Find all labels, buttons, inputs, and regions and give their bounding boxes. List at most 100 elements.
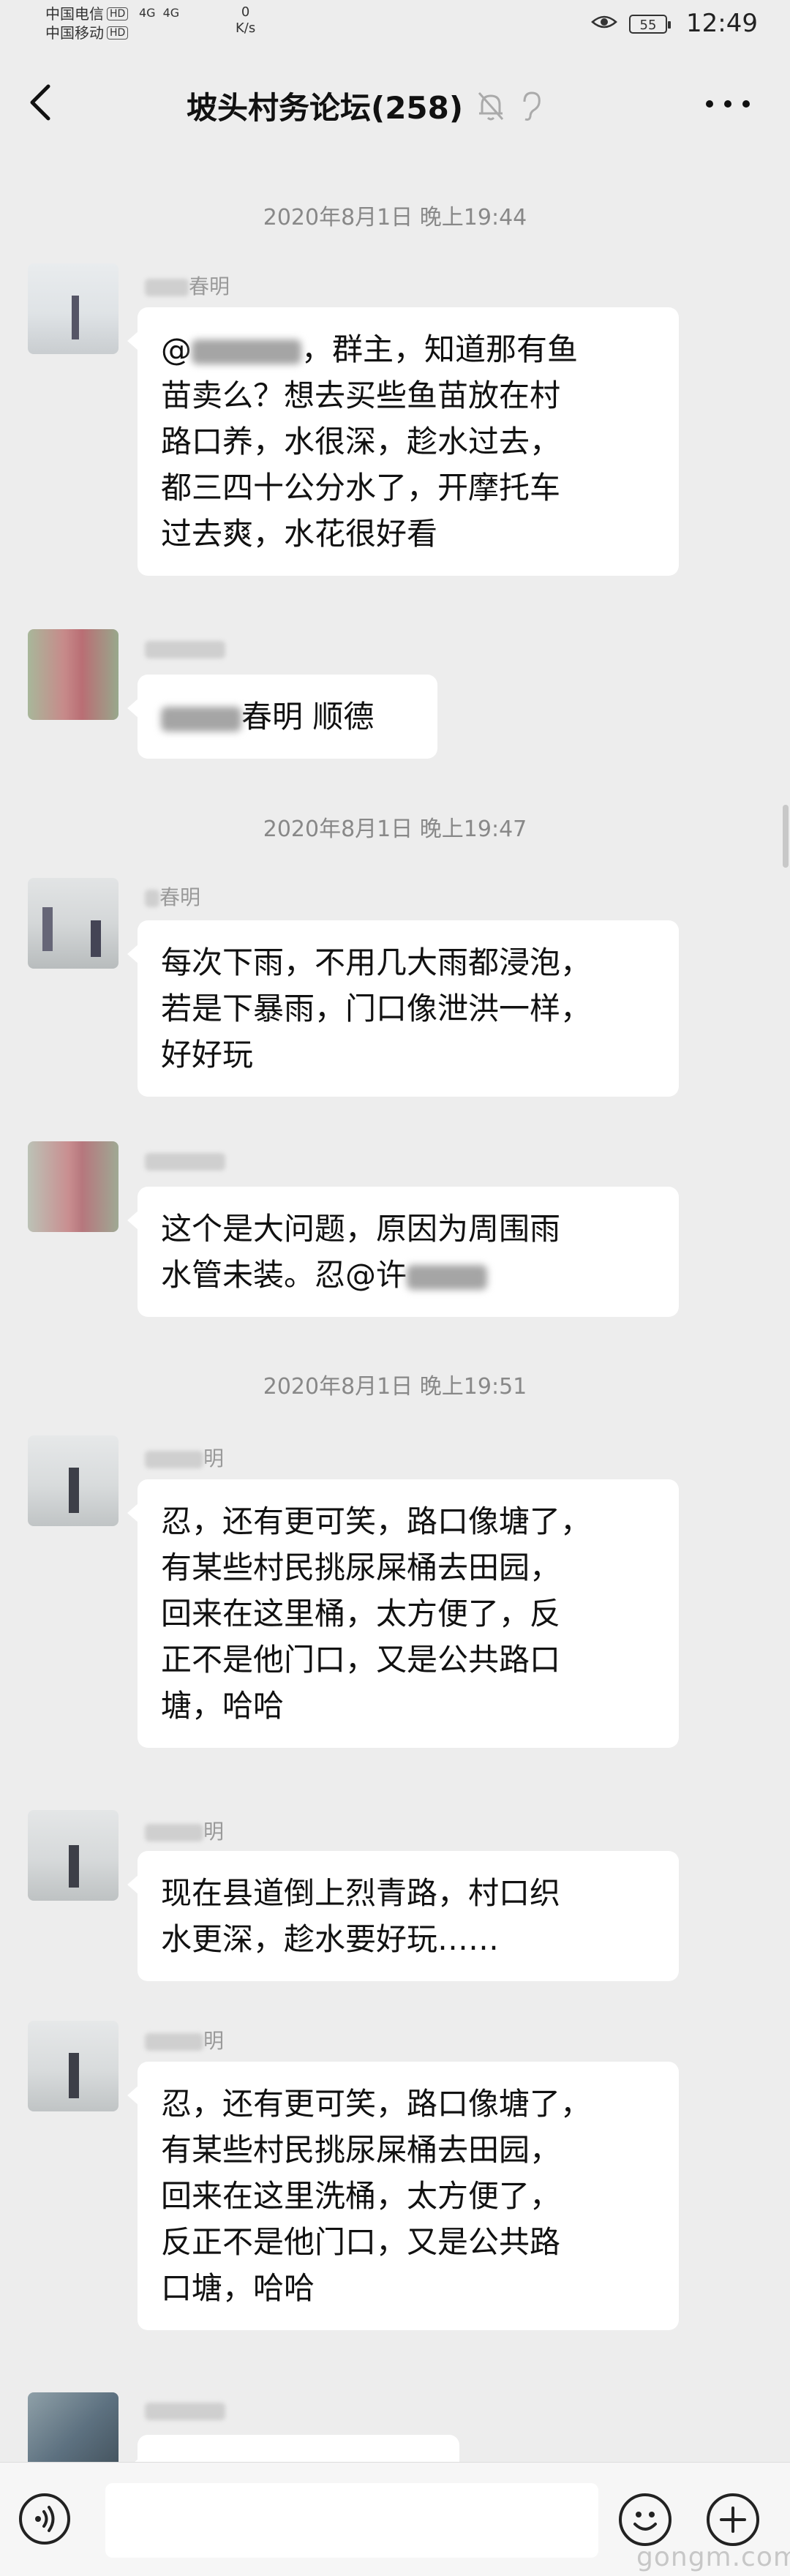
sender-name-text: 明 — [203, 1446, 225, 1471]
message-input[interactable] — [105, 2483, 598, 2558]
message-line: 忍，还有更可笑，路口像塘了， — [161, 2086, 592, 2122]
avatar[interactable] — [28, 878, 118, 969]
message-text: ，群主，知道那有鱼 — [301, 331, 579, 367]
blurred-text — [161, 706, 241, 732]
carrier-info: 中国电信 HD 中国移动 HD — [45, 4, 129, 42]
message-line: @ ，群主，知道那有鱼 — [161, 326, 655, 372]
message-bubble[interactable]: 这个是大问题，原因为周围雨 水管未装。忍@许 — [127, 1187, 679, 1317]
message-line: 有某些村民挑尿屎桶去田园， — [161, 1550, 561, 1585]
sender-name — [145, 2398, 225, 2422]
sender-name: 春明 — [145, 271, 230, 300]
hd-badge: HD — [107, 26, 129, 40]
sender-name: 春明 — [145, 882, 200, 911]
sender-name-text: 明 — [203, 2029, 225, 2053]
avatar[interactable] — [28, 629, 118, 720]
message-line: 都三四十公分水了，开摩托车 — [161, 470, 561, 506]
carrier-2: 中国移动 — [45, 24, 104, 42]
timestamp: 2020年8月1日 晚上19:44 — [263, 205, 527, 230]
mute-bell-icon — [478, 91, 504, 120]
avatar[interactable] — [28, 2392, 118, 2462]
blurred-name — [145, 2033, 203, 2051]
avatar-figure — [69, 1845, 79, 1888]
plus-icon — [720, 2506, 746, 2533]
avatar[interactable] — [28, 2021, 118, 2111]
message-line: 水更深，趁水要好玩…… — [161, 1921, 500, 1957]
message-list[interactable]: 2020年8月1日 晚上19:44 春明 @ ，群主，知道那有鱼 苗卖么？想去买些… — [0, 154, 790, 2462]
avatar[interactable] — [28, 1810, 118, 1901]
sender-name: 明 — [145, 1443, 224, 1472]
back-icon[interactable] — [26, 80, 59, 124]
signal-2: 4G — [162, 6, 180, 20]
avatar-figure — [72, 296, 79, 339]
message-line: 每次下雨，不用几大雨都浸泡， — [161, 945, 592, 980]
message-line: 回来在这里洗桶，太方便了， — [161, 2178, 561, 2214]
timestamp: 2020年8月1日 晚上19:51 — [263, 1374, 527, 1400]
avatar-figure — [69, 1468, 79, 1513]
avatar-figure — [69, 2053, 79, 2098]
blurred-name — [145, 890, 159, 907]
timestamp: 2020年8月1日 晚上19:47 — [263, 816, 527, 842]
avatar[interactable] — [28, 1435, 118, 1526]
message-line: 正不是他门口，又是公共路口 — [161, 1642, 561, 1678]
message-text: 水管未装。忍@许 — [161, 1257, 407, 1293]
speed-value: 0 — [241, 4, 250, 20]
sender-name-text: 春明 — [189, 274, 230, 298]
network-speed: 0 K/s — [236, 4, 255, 37]
sender-name — [145, 1149, 225, 1173]
message-line: 过去爽，水花很好看 — [161, 516, 438, 552]
avatar-figure — [91, 920, 101, 957]
voice-icon — [35, 2506, 55, 2532]
blurred-name — [145, 641, 225, 658]
sender-name-text: 明 — [203, 1820, 225, 1844]
sender-name: 明 — [145, 2025, 224, 2054]
speed-unit: K/s — [236, 20, 256, 36]
message-bubble[interactable]: @ ，群主，知道那有鱼 苗卖么？想去买些鱼苗放在村 路口养，水很深，趁水过去， 都… — [127, 307, 679, 576]
message-bubble[interactable]: 忍，还有更可笑，路口像塘了， 有某些村民挑尿屎桶去田园， 回来在这里洗桶，太方便… — [127, 2062, 679, 2330]
message-bubble[interactable] — [127, 2435, 459, 2462]
battery-indicator: 55 — [629, 15, 671, 34]
message-line: 反正不是他门口，又是公共路 — [161, 2224, 561, 2260]
signal-1: 4G — [139, 6, 156, 20]
chat-header: 坡头村务论坛(258) — [0, 51, 790, 154]
ear-icon — [523, 91, 541, 121]
more-functions-button[interactable] — [707, 2493, 759, 2546]
chat-title: 坡头村务论坛(258) — [187, 90, 464, 126]
chat-title-area: 坡头村务论坛(258) — [187, 83, 543, 128]
eye-comfort-icon — [591, 15, 617, 29]
message-line: 塘，哈哈 — [161, 1688, 285, 1724]
voice-button[interactable] — [19, 2493, 70, 2545]
message-text: 春明 顺德 — [241, 699, 375, 735]
message-line: 好好玩 — [161, 1037, 254, 1073]
avatar[interactable] — [28, 263, 118, 354]
carrier-1: 中国电信 — [45, 5, 104, 23]
message-line: 口塘，哈哈 — [161, 2270, 315, 2306]
message-bubble[interactable]: 每次下雨，不用几大雨都浸泡， 若是下暴雨，门口像泄洪一样， 好好玩 — [127, 920, 679, 1097]
hd-badge: HD — [107, 7, 129, 20]
sender-name — [145, 637, 225, 661]
message-line: 路口养，水很深，趁水过去， — [161, 424, 561, 459]
emoji-icon — [633, 2512, 657, 2531]
message-line: 有某些村民挑尿屎桶去田园， — [161, 2132, 561, 2168]
message-line: 苗卖么？想去买些鱼苗放在村 — [161, 378, 561, 413]
blurred-name — [145, 279, 189, 296]
sender-name-text: 春明 — [159, 885, 201, 909]
message-line: 水管未装。忍@许 — [161, 1252, 655, 1298]
message-line: 回来在这里桶，太方便了，反 — [161, 1596, 561, 1631]
message-bubble[interactable]: 忍，还有更可笑，路口像塘了， 有某些村民挑尿屎桶去田园， 回来在这里桶，太方便了… — [127, 1479, 679, 1748]
watermark: gongm.com — [636, 2542, 790, 2572]
blurred-text — [407, 1264, 488, 1290]
status-bar: 中国电信 HD 中国移动 HD 4G 4G 0 K/s 55 12:49 — [0, 0, 790, 51]
emoji-button[interactable] — [619, 2493, 672, 2546]
message-line: 忍，还有更可笑，路口像塘了， — [161, 1503, 592, 1539]
more-icon[interactable] — [702, 97, 753, 111]
message-line: 这个是大问题，原因为周围雨 — [161, 1211, 561, 1247]
mention-at: @ — [161, 331, 192, 367]
sender-name: 明 — [145, 1816, 224, 1845]
scrollbar[interactable] — [783, 805, 789, 868]
avatar[interactable] — [28, 1141, 118, 1232]
blurred-name — [145, 1451, 203, 1468]
blurred-text — [192, 339, 301, 364]
clock: 12:49 — [686, 9, 758, 38]
message-bubble[interactable]: 现在县道倒上烈青路，村口织 水更深，趁水要好玩…… — [127, 1851, 679, 1981]
message-bubble[interactable]: 春明 顺德 — [127, 675, 437, 759]
